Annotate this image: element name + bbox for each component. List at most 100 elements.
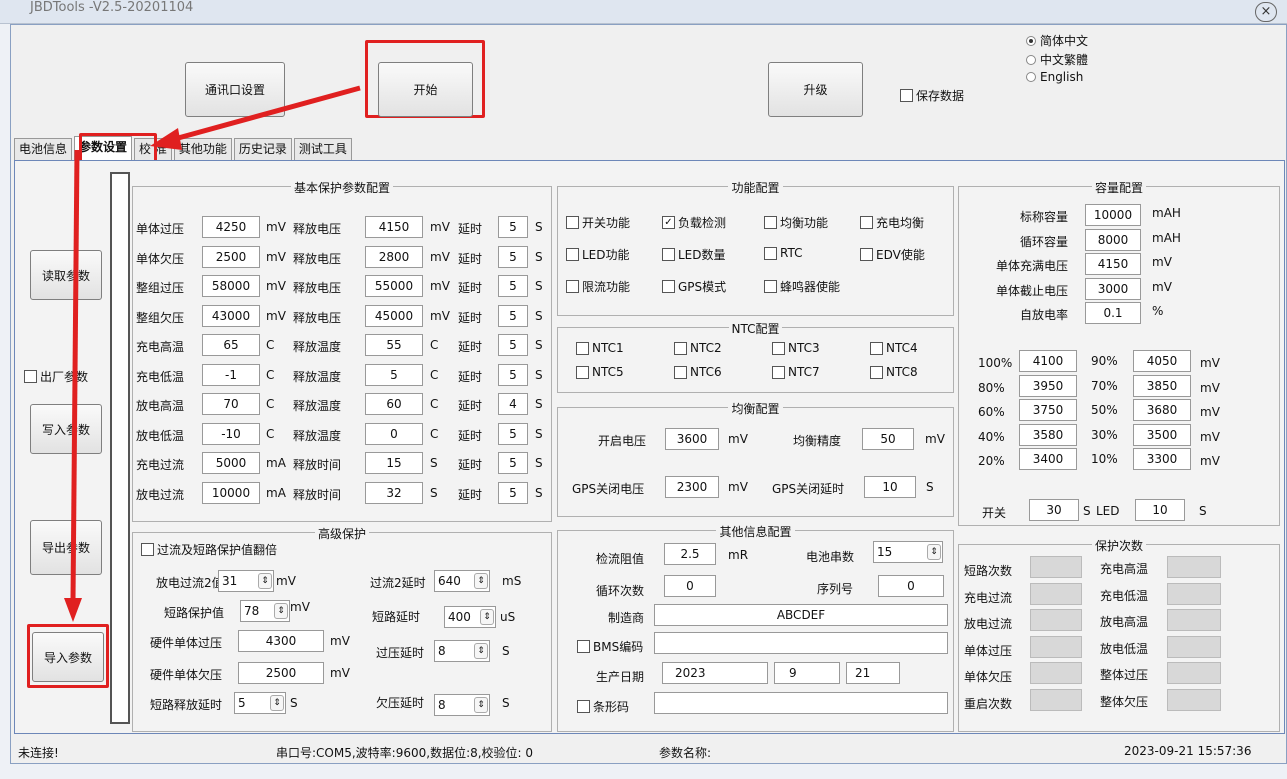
basic-release-input[interactable]: 55000 (365, 275, 423, 297)
hw-uv-input[interactable]: 2500 (238, 662, 324, 684)
ntc-checkbox-5[interactable]: NTC6 (674, 365, 722, 379)
hw-ov-input[interactable]: 4300 (238, 630, 324, 652)
spinner-icon[interactable]: ⇕ (927, 544, 941, 560)
short-circuit-spinner[interactable]: 78 ⇕ (240, 600, 290, 622)
bms-code-checkbox[interactable]: BMS编码 (577, 638, 643, 655)
pct-input[interactable]: 3680 (1133, 399, 1191, 421)
pct-input[interactable]: 3950 (1019, 374, 1077, 397)
date-day-input[interactable]: 21 (846, 662, 900, 684)
basic-release-input[interactable]: 45000 (365, 304, 423, 327)
gps-off-voltage-input[interactable]: 2300 (665, 476, 719, 498)
function-checkbox-7[interactable]: EDV使能 (860, 246, 925, 263)
ntc-checkbox-3[interactable]: NTC4 (870, 341, 918, 355)
spinner-icon[interactable]: ⇕ (270, 695, 284, 711)
basic-value-input[interactable]: 70 (202, 393, 260, 415)
basic-delay-input[interactable]: 5 (498, 245, 528, 268)
pct-input[interactable]: 3400 (1019, 448, 1077, 470)
basic-release-input[interactable]: 15 (365, 452, 423, 474)
barcode-input[interactable] (654, 692, 948, 714)
basic-delay-input[interactable]: 5 (498, 304, 528, 327)
cells-spinner[interactable]: 15 ⇕ (873, 541, 943, 563)
pct-input[interactable]: 3300 (1133, 448, 1191, 470)
short-release-spinner[interactable]: 5 ⇕ (234, 692, 286, 714)
basic-value-input[interactable]: -1 (202, 363, 260, 386)
function-checkbox-0[interactable]: 开关功能 (566, 214, 630, 231)
capacity-input[interactable]: 0.1 (1085, 302, 1141, 324)
pct-input[interactable]: 3580 (1019, 423, 1077, 446)
cycle-input[interactable]: 0 (664, 575, 716, 597)
pct-input[interactable]: 3500 (1133, 423, 1191, 446)
basic-release-input[interactable]: 4150 (365, 216, 423, 238)
basic-release-input[interactable]: 32 (365, 481, 423, 504)
function-checkbox-3[interactable]: 充电均衡 (860, 214, 924, 231)
lang-option-2[interactable]: English (1026, 70, 1083, 84)
basic-value-input[interactable]: 5000 (202, 452, 260, 474)
function-checkbox-5[interactable]: LED数量 (662, 246, 726, 263)
short-delay-spinner[interactable]: 400 ⇕ (444, 606, 496, 628)
basic-delay-input[interactable]: 5 (498, 363, 528, 386)
spinner-icon[interactable]: ⇕ (258, 573, 272, 589)
basic-value-input[interactable]: 58000 (202, 275, 260, 297)
manufacturer-input[interactable]: ABCDEF (654, 604, 948, 626)
basic-delay-input[interactable]: 5 (498, 275, 528, 297)
capacity-input[interactable]: 8000 (1085, 228, 1141, 251)
switch-input[interactable]: 30 (1029, 499, 1079, 521)
basic-delay-input[interactable]: 5 (498, 481, 528, 504)
ntc-checkbox-0[interactable]: NTC1 (576, 341, 624, 355)
function-checkbox-9[interactable]: GPS模式 (662, 278, 726, 295)
basic-delay-input[interactable]: 5 (498, 334, 528, 356)
basic-delay-input[interactable]: 5 (498, 452, 528, 474)
capacity-input[interactable]: 4150 (1085, 253, 1141, 275)
ntc-checkbox-1[interactable]: NTC2 (674, 341, 722, 355)
date-month-input[interactable]: 9 (774, 662, 840, 684)
function-checkbox-1[interactable]: ✓ 负载检测 (662, 214, 726, 231)
basic-value-input[interactable]: -10 (202, 422, 260, 445)
spinner-icon[interactable]: ⇕ (474, 573, 488, 589)
function-checkbox-4[interactable]: LED功能 (566, 246, 630, 263)
basic-release-input[interactable]: 60 (365, 393, 423, 415)
basic-release-input[interactable]: 0 (365, 422, 423, 445)
basic-release-input[interactable]: 2800 (365, 245, 423, 268)
oc2-delay-spinner[interactable]: 640 ⇕ (434, 570, 490, 592)
capacity-input[interactable]: 3000 (1085, 277, 1141, 300)
ntc-checkbox-2[interactable]: NTC3 (772, 341, 820, 355)
basic-value-input[interactable]: 65 (202, 334, 260, 356)
led-input[interactable]: 10 (1135, 499, 1185, 521)
pct-input[interactable]: 4100 (1019, 350, 1077, 372)
spinner-icon[interactable]: ⇕ (474, 697, 488, 713)
ntc-checkbox-6[interactable]: NTC7 (772, 365, 820, 379)
basic-release-input[interactable]: 5 (365, 363, 423, 386)
uv-delay-spinner[interactable]: 8 ⇕ (434, 694, 490, 716)
pct-input[interactable]: 3850 (1133, 374, 1191, 397)
function-checkbox-2[interactable]: 均衡功能 (764, 214, 828, 231)
double-protection-checkbox[interactable]: 过流及短路保护值翻倍 (141, 541, 277, 558)
res-input[interactable]: 2.5 (664, 543, 716, 565)
basic-value-input[interactable]: 43000 (202, 304, 260, 327)
function-checkbox-6[interactable]: RTC (764, 246, 802, 260)
ntc-checkbox-4[interactable]: NTC5 (576, 365, 624, 379)
basic-value-input[interactable]: 4250 (202, 216, 260, 238)
ntc-checkbox-7[interactable]: NTC8 (870, 365, 918, 379)
sn-input[interactable]: 0 (878, 575, 944, 597)
lang-option-1[interactable]: 中文繁體 (1026, 51, 1088, 68)
basic-delay-input[interactable]: 5 (498, 422, 528, 445)
date-year-input[interactable]: 2023 (662, 662, 768, 684)
balance-accuracy-input[interactable]: 50 (862, 428, 914, 450)
function-checkbox-8[interactable]: 限流功能 (566, 278, 630, 295)
discharge-oc2-spinner[interactable]: 31 ⇕ (218, 570, 274, 592)
gps-off-delay-input[interactable]: 10 (864, 476, 916, 498)
capacity-input[interactable]: 10000 (1085, 204, 1141, 226)
spinner-icon[interactable]: ⇕ (480, 609, 494, 625)
basic-value-input[interactable]: 2500 (202, 245, 260, 268)
barcode-checkbox[interactable]: 条形码 (577, 698, 629, 715)
spinner-icon[interactable]: ⇕ (474, 643, 488, 659)
bms-code-input[interactable] (654, 632, 948, 654)
balance-open-input[interactable]: 3600 (665, 428, 719, 450)
basic-value-input[interactable]: 10000 (202, 481, 260, 504)
pct-input[interactable]: 3750 (1019, 399, 1077, 421)
lang-option-0[interactable]: 简体中文 (1026, 32, 1088, 49)
pct-input[interactable]: 4050 (1133, 350, 1191, 372)
basic-release-input[interactable]: 55 (365, 334, 423, 356)
basic-delay-input[interactable]: 5 (498, 216, 528, 238)
basic-delay-input[interactable]: 4 (498, 393, 528, 415)
